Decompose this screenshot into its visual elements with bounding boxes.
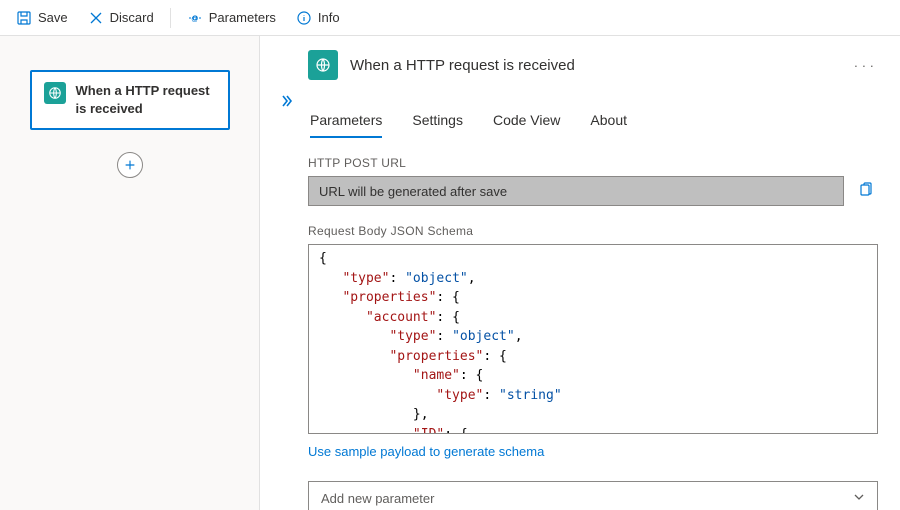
save-icon: [16, 10, 32, 26]
parameters-label: Parameters: [209, 10, 276, 25]
designer-canvas: When a HTTP request is received: [0, 36, 260, 510]
discard-icon: [88, 10, 104, 26]
schema-label: Request Body JSON Schema: [308, 224, 878, 238]
http-post-url-field: URL will be generated after save: [308, 176, 844, 206]
info-label: Info: [318, 10, 340, 25]
trigger-card-title: When a HTTP request is received: [76, 82, 216, 118]
tab-parameters[interactable]: Parameters: [310, 108, 382, 138]
tab-code-view[interactable]: Code View: [493, 108, 560, 138]
panel-header: When a HTTP request is received · · ·: [308, 50, 878, 80]
chevron-down-icon: [853, 491, 865, 506]
more-menu-button[interactable]: · · ·: [850, 54, 878, 77]
main-split: When a HTTP request is received When a H…: [0, 36, 900, 510]
command-bar: Save Discard @ Parameters Info: [0, 0, 900, 36]
discard-label: Discard: [110, 10, 154, 25]
web-request-icon: [44, 82, 66, 104]
info-icon: [296, 10, 312, 26]
collapse-panel-button[interactable]: [278, 94, 294, 111]
toolbar-divider: [170, 8, 171, 28]
add-step-button[interactable]: [117, 152, 143, 178]
tab-settings[interactable]: Settings: [412, 108, 463, 138]
trigger-card[interactable]: When a HTTP request is received: [30, 70, 230, 130]
dropdown-placeholder: Add new parameter: [321, 491, 434, 506]
http-post-url-label: HTTP POST URL: [308, 156, 878, 170]
details-panel: When a HTTP request is received · · · Pa…: [260, 36, 900, 510]
info-button[interactable]: Info: [288, 6, 348, 30]
parameters-icon: @: [187, 10, 203, 26]
json-schema-editor[interactable]: { "type": "object", "properties": { "acc…: [308, 244, 878, 434]
url-placeholder-text: URL will be generated after save: [319, 184, 507, 199]
save-label: Save: [38, 10, 68, 25]
copy-url-button[interactable]: [854, 178, 878, 205]
add-new-parameter-dropdown[interactable]: Add new parameter: [308, 481, 878, 510]
tab-bar: Parameters Settings Code View About: [308, 108, 878, 138]
discard-button[interactable]: Discard: [80, 6, 162, 30]
parameters-button[interactable]: @ Parameters: [179, 6, 284, 30]
web-request-icon: [308, 50, 338, 80]
svg-text:@: @: [191, 16, 198, 23]
tab-about[interactable]: About: [590, 108, 627, 138]
panel-title: When a HTTP request is received: [350, 57, 575, 74]
use-sample-payload-link[interactable]: Use sample payload to generate schema: [308, 444, 544, 459]
save-button[interactable]: Save: [8, 6, 76, 30]
